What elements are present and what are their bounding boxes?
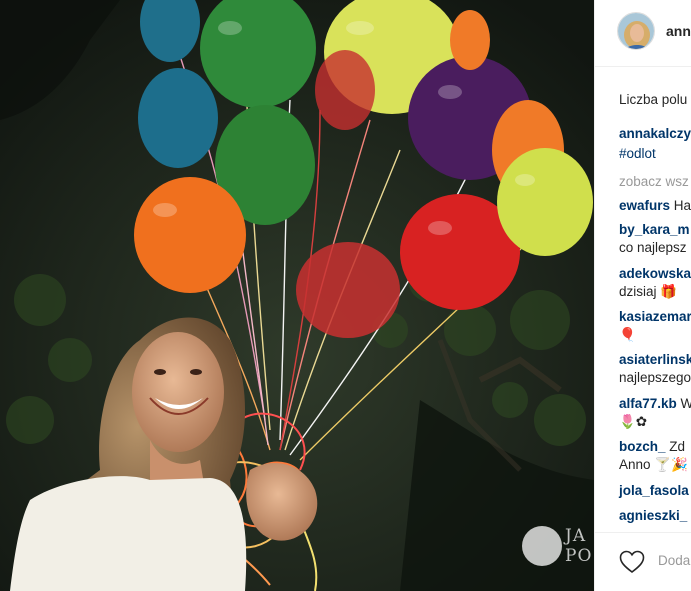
- comment-text: najlepszego: [619, 370, 691, 385]
- post-actions: Doda: [595, 532, 691, 591]
- comment-username[interactable]: by_kara_m: [619, 222, 690, 237]
- avatar-image: [618, 13, 654, 49]
- list-item: Anno 🍸🎉: [619, 457, 688, 473]
- list-item: 🌷✿: [619, 414, 647, 430]
- post-username[interactable]: annakalczy: [666, 23, 691, 39]
- watermark-text: JA PO: [565, 526, 592, 566]
- post-header: annakalczy: [595, 0, 691, 67]
- comment-text: Anno 🍸🎉: [619, 457, 688, 472]
- comment-text: W: [677, 396, 691, 411]
- comment-username[interactable]: annakalczy: [619, 126, 691, 141]
- view-all-label: zobacz wsz: [619, 174, 689, 189]
- comment-username[interactable]: bozch_: [619, 439, 666, 454]
- list-item: annakalczy: [619, 126, 691, 141]
- watermark-logo: [522, 526, 562, 566]
- comment-text: dzisiaj 🎁: [619, 284, 678, 299]
- comment-text: Zd: [665, 439, 686, 454]
- comment-username[interactable]: alfa77.kb: [619, 396, 677, 411]
- list-item: alfa77.kb W: [619, 396, 691, 411]
- comment-text: Ha: [670, 198, 691, 213]
- list-item: najlepszego: [619, 370, 691, 385]
- heart-icon[interactable]: [619, 550, 645, 574]
- comment-text: 🎈: [619, 327, 636, 342]
- comment-username[interactable]: asiaterlinsk: [619, 352, 691, 367]
- comment-text: 🌷✿: [619, 414, 648, 429]
- likes-count[interactable]: Liczba polu: [619, 92, 687, 107]
- list-item[interactable]: #odlot: [619, 146, 656, 161]
- list-item: dzisiaj 🎁: [619, 284, 677, 300]
- comment-username[interactable]: agnieszki_: [619, 508, 687, 523]
- comment-username[interactable]: kasiazemar: [619, 309, 691, 324]
- comment-username[interactable]: jola_fasola: [619, 483, 689, 498]
- list-item: co najlepsz: [619, 240, 687, 255]
- comment-username[interactable]: adekowska: [619, 266, 691, 281]
- list-item: asiaterlinsk: [619, 352, 691, 367]
- comment-username[interactable]: ewafurs: [619, 198, 670, 213]
- post-photo[interactable]: JA PO: [0, 0, 594, 591]
- list-item: jola_fasola: [619, 483, 689, 498]
- avatar[interactable]: [617, 12, 655, 50]
- list-item: agnieszki_: [619, 508, 687, 523]
- list-item: 🎈: [619, 327, 636, 343]
- list-item: kasiazemar: [619, 309, 691, 324]
- view-all-comments-link[interactable]: zobacz wsz: [619, 174, 689, 189]
- watermark: JA PO: [522, 522, 594, 570]
- list-item: bozch_ Zd: [619, 439, 685, 454]
- hashtag-link[interactable]: #odlot: [619, 146, 656, 161]
- add-comment-input[interactable]: Doda: [658, 553, 690, 568]
- post-sidebar: annakalczy Liczba polu annakalczy #odlot…: [594, 0, 691, 591]
- balloons-photo: [0, 0, 594, 591]
- list-item: ewafurs Ha: [619, 198, 691, 213]
- list-item: adekowska: [619, 266, 691, 281]
- watermark-line-2: PO: [565, 546, 593, 566]
- watermark-line-1: JA: [565, 526, 587, 546]
- list-item: by_kara_m: [619, 222, 690, 237]
- comment-text: co najlepsz: [619, 240, 687, 255]
